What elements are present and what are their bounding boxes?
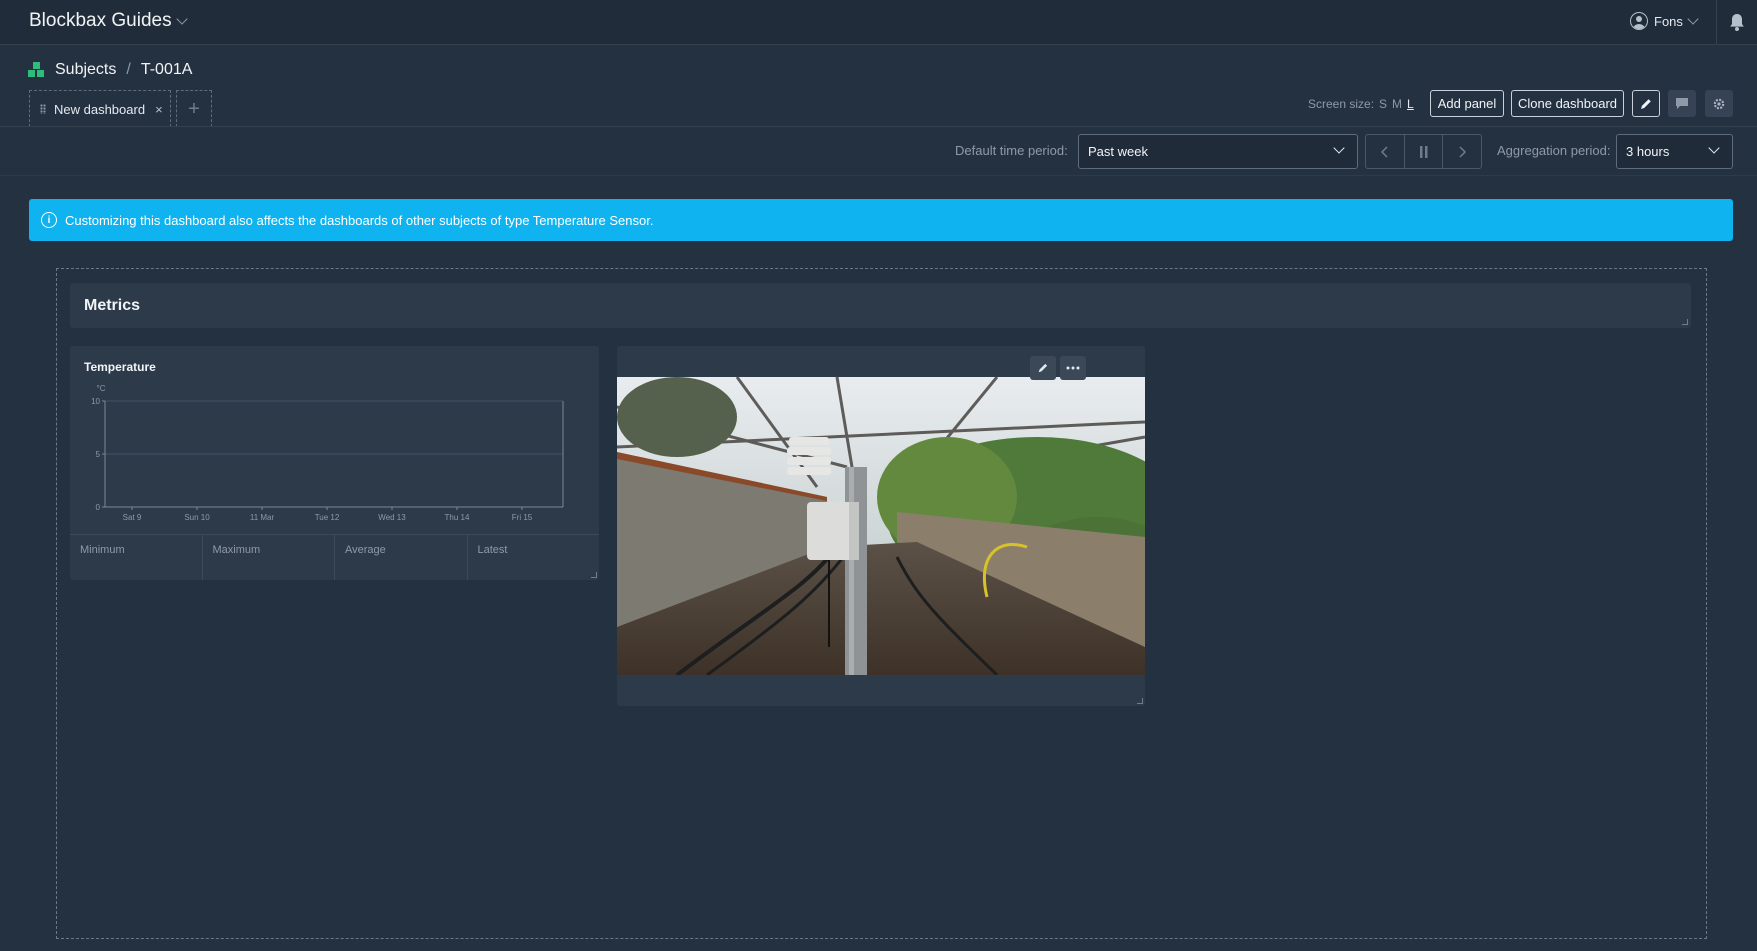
info-icon: i [41,212,57,228]
close-icon[interactable]: × [155,102,163,117]
top-bar: Blockbax Guides Fons [0,0,1757,45]
pause-icon [1419,145,1427,158]
gear-icon [1713,98,1725,109]
user-name: Fons [1654,13,1683,29]
user-circle-icon [1630,12,1648,30]
screen-size-s[interactable]: S [1379,97,1387,111]
chevron-left-icon [1380,145,1388,158]
x-tick-label: Wed 13 [378,513,406,522]
workspace-selector[interactable]: Blockbax Guides [29,10,188,32]
chevron-down-icon [1708,142,1720,154]
x-tick-label: Thu 14 [445,513,470,522]
chevron-down-icon [1687,13,1699,25]
panel-more-button[interactable] [1060,356,1086,380]
workspace-title: Blockbax Guides [29,10,172,31]
tab-label: New dashboard [54,101,146,117]
stats-row: Minimum Maximum Average Latest [70,534,599,580]
y-tick-label: 0 [96,503,101,512]
time-controls-bar [0,126,1757,176]
aggregation-period-select[interactable]: 3 hours [1616,134,1733,169]
divider [1716,0,1717,45]
breadcrumb-current: T-001A [140,61,193,78]
image-panel[interactable] [617,346,1145,706]
screen-size-selector: Screen size: S M L [1308,97,1414,111]
bell-icon[interactable] [1727,12,1747,32]
pencil-icon [1641,98,1651,109]
default-time-period-select[interactable]: Past week [1078,134,1358,169]
chevron-right-icon [1459,145,1467,158]
time-navigation [1365,134,1482,169]
previous-period-button[interactable] [1366,135,1404,168]
add-tab-button[interactable]: + [176,90,212,127]
next-period-button[interactable] [1442,135,1481,168]
y-axis-unit: °C [97,384,106,393]
y-tick-label: 5 [96,450,101,459]
user-menu[interactable]: Fons [1630,12,1699,30]
breadcrumb-subjects-link[interactable]: Subjects [55,61,116,79]
temperature-chart: °C 0 5 10 Sat 9 Sun 10 11 Mar Tue 12 Wed 13 Thu 1… [91,384,564,522]
chevron-down-icon [1333,142,1345,154]
aggregation-period-label: Aggregation period: [1497,143,1611,158]
comment-icon [1676,98,1688,109]
section-title: Metrics [84,296,141,314]
info-banner: i Customizing this dashboard also affect… [29,199,1733,241]
screen-size-l[interactable]: L [1407,97,1414,111]
breadcrumb: Subjects / T-001A [28,61,192,79]
info-banner-text: Customizing this dashboard also affects … [65,212,654,228]
x-tick-label: Sun 10 [184,513,210,522]
subjects-icon [28,62,45,78]
screen-size-m[interactable]: M [1392,97,1402,111]
y-tick-label: 10 [91,397,100,406]
stat-average: Average [334,535,467,580]
default-time-period-label: Default time period: [955,143,1068,158]
resize-handle[interactable] [1682,319,1688,325]
x-tick-label: 11 Mar [250,513,275,522]
settings-button[interactable] [1705,90,1733,117]
resize-handle[interactable] [591,572,597,578]
tab-new-dashboard[interactable]: New dashboard × [29,90,171,127]
ellipsis-icon [1066,366,1080,370]
section-header[interactable]: Metrics [70,283,1691,328]
aggregation-period-value: 3 hours [1626,144,1670,159]
comment-button[interactable] [1668,90,1696,117]
chevron-down-icon [175,13,188,25]
x-tick-label: Tue 12 [315,513,340,522]
stat-minimum: Minimum [80,544,125,556]
add-panel-button[interactable]: Add panel [1430,90,1504,117]
clone-dashboard-button[interactable]: Clone dashboard [1511,90,1624,117]
stat-latest: Latest [466,535,600,580]
edit-dashboard-button[interactable] [1632,90,1660,117]
edit-panel-button[interactable] [1030,356,1056,380]
pause-button[interactable] [1403,135,1443,168]
sensor-photo [617,377,1145,675]
screen-size-label: Screen size: [1308,97,1375,111]
drag-handle-icon[interactable] [40,104,46,114]
breadcrumb-separator: / [126,61,131,78]
x-tick-label: Sat 9 [123,513,142,522]
default-time-period-value: Past week [1088,144,1148,159]
temperature-chart-panel[interactable]: Temperature °C 0 5 10 Sat 9 Sun 10 11 Mar Tue 1… [70,346,599,580]
resize-handle[interactable] [1137,698,1143,704]
x-tick-label: Fri 15 [512,513,533,522]
pencil-icon [1038,363,1048,373]
stat-maximum: Maximum [201,535,335,580]
